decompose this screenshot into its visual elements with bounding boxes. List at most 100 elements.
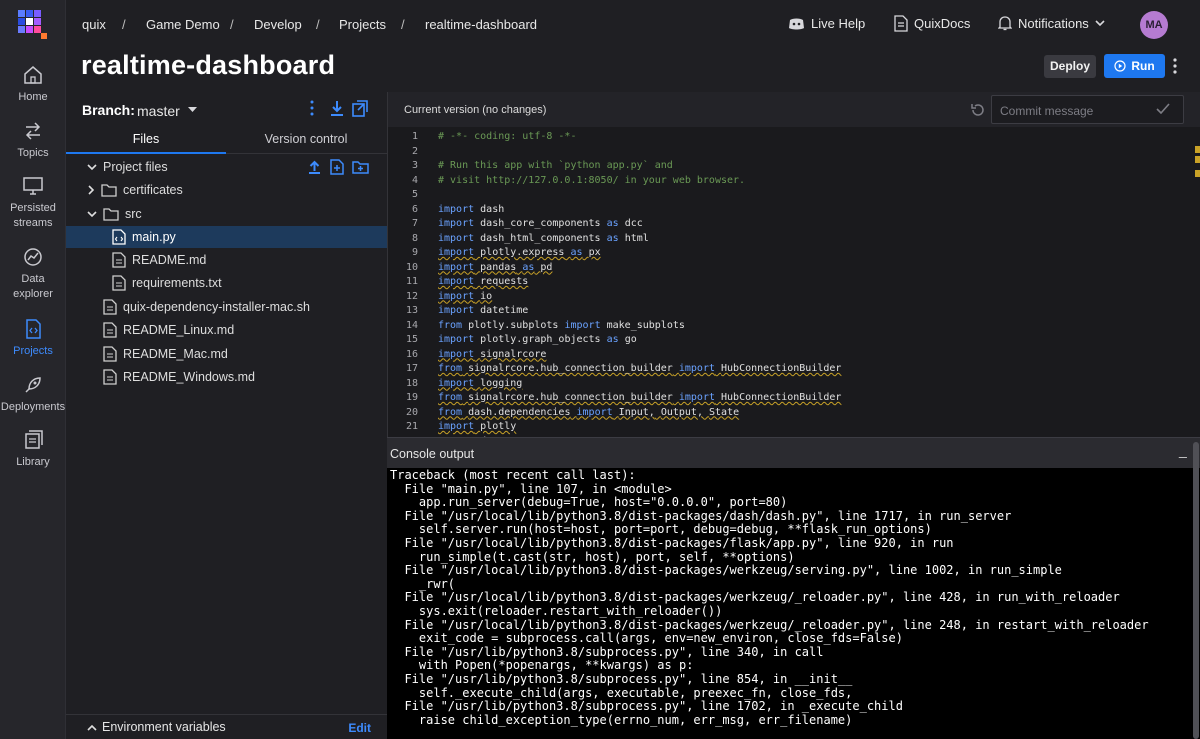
panel-tabs: Files Version control: [66, 128, 387, 154]
breadcrumb-item[interactable]: quix: [82, 17, 106, 32]
console-line: with Popen(*popenargs, **kwargs) as p:: [390, 658, 694, 673]
new-file-icon[interactable]: [330, 159, 344, 180]
branch-selector[interactable]: master: [137, 103, 180, 119]
new-folder-icon[interactable]: [352, 160, 369, 179]
code-line[interactable]: 13 import datetime: [388, 305, 1188, 320]
tree-file-readme-linux[interactable]: README_Linux.md: [66, 319, 387, 341]
deploy-button[interactable]: Deploy: [1044, 55, 1096, 78]
line-number: 17: [405, 363, 418, 374]
nav-item-topics[interactable]: Topics: [0, 120, 66, 161]
console-line: exit_code = subprocess.call(args, env=ne…: [390, 631, 903, 646]
console-line: self.server.run(host=host, port=port, de…: [390, 522, 932, 537]
code-line[interactable]: 4 # visit http://127.0.0.1:8050/ in your …: [388, 175, 1188, 190]
line-number: 9: [411, 247, 418, 258]
more-options-icon[interactable]: [1172, 58, 1178, 74]
export-icon[interactable]: [352, 100, 368, 122]
breadcrumb-separator: /: [230, 17, 234, 32]
breadcrumb-item[interactable]: Develop: [254, 17, 302, 32]
line-number: 16: [405, 348, 418, 360]
code-text: from dash.dependencies import Input, Out…: [438, 406, 740, 418]
code-line[interactable]: 20 from dash.dependencies import Input, O…: [388, 407, 1188, 422]
nav-item-library[interactable]: Library: [0, 429, 66, 470]
notifications-label: Notifications: [1018, 15, 1089, 31]
library-icon: [25, 430, 43, 449]
quix-logo-icon[interactable]: [16, 8, 48, 40]
code-text: import datetime: [438, 305, 529, 316]
nav-item-projects[interactable]: Projects: [0, 318, 66, 359]
console-title: Console output: [390, 447, 475, 461]
tab-files[interactable]: Files: [66, 132, 226, 146]
code-line[interactable]: 21 import plotly: [388, 421, 1188, 436]
tree-file-readme-windows[interactable]: README_Windows.md: [66, 366, 387, 388]
code-line[interactable]: 5: [388, 189, 1188, 204]
nav-item-deployments[interactable]: Deployments: [0, 374, 66, 415]
code-line[interactable]: 3 # Run this app with `python app.py` and: [388, 160, 1188, 175]
code-editor[interactable]: Current version (no changes) Commit mess…: [387, 92, 1200, 437]
live-help-button[interactable]: Live Help: [788, 16, 865, 31]
download-icon[interactable]: [330, 100, 344, 122]
code-line[interactable]: 11 import requests: [388, 276, 1188, 291]
edit-env-button[interactable]: Edit: [348, 721, 371, 735]
code-text: # Run this app with `python app.py` and: [438, 160, 673, 171]
code-line[interactable]: 18 import logging: [388, 378, 1188, 393]
tree-file-requirements[interactable]: requirements.txt: [66, 272, 387, 294]
run-button[interactable]: Run: [1104, 54, 1165, 78]
console-line: app.run_server(debug=True, host="0.0.0.0…: [390, 495, 788, 510]
console-line: File "/usr/lib/python3.8/subprocess.py",…: [390, 644, 824, 659]
console-scrollbar[interactable]: [1193, 442, 1199, 739]
code-line[interactable]: 19 from signalrcore.hub_connection_builde…: [388, 392, 1188, 407]
line-number: 20: [405, 406, 418, 418]
notifications-button[interactable]: Notifications: [998, 15, 1105, 31]
tree-file-readme-mac[interactable]: README_Mac.md: [66, 343, 387, 365]
code-text: from plotly.subplots import make_subplot…: [438, 319, 685, 331]
tree-folder-src[interactable]: src: [66, 203, 387, 225]
code-line[interactable]: 14 from plotly.subplots import make_subpl…: [388, 320, 1188, 335]
breadcrumb-item[interactable]: Projects: [339, 17, 386, 32]
file-icon: [112, 252, 126, 268]
minimize-console-button[interactable]: _: [1179, 442, 1187, 458]
nav-label-topics: Topics: [17, 147, 49, 159]
caret-down-icon[interactable]: [188, 107, 197, 113]
tree-file-installer[interactable]: quix-dependency-installer-mac.sh: [66, 296, 387, 318]
code-line[interactable]: 1 # -*- coding: utf-8 -*-: [388, 131, 1188, 146]
code-line[interactable]: 17 from signalrcore.hub_connection_builde…: [388, 363, 1188, 378]
undo-icon[interactable]: [970, 102, 986, 118]
quixdocs-button[interactable]: QuixDocs: [894, 15, 970, 32]
code-line[interactable]: 6 import dash: [388, 204, 1188, 219]
check-icon[interactable]: [1156, 103, 1170, 114]
tab-version-control[interactable]: Version control: [226, 132, 386, 146]
minimap-warning-marker: [1195, 170, 1200, 177]
code-line[interactable]: 15 import plotly.graph_objects as go: [388, 334, 1188, 349]
console-output[interactable]: Traceback (most recent call last): File …: [387, 468, 1200, 739]
breadcrumb-item[interactable]: Game Demo: [146, 17, 220, 32]
code-line[interactable]: 2: [388, 146, 1188, 161]
environment-variables-bar[interactable]: Environment variables Edit: [66, 714, 387, 739]
python-file-icon: [112, 229, 126, 245]
nav-item-persisted-streams[interactable]: Persisted streams: [0, 175, 66, 231]
line-number: 18: [405, 377, 418, 389]
tree-file-main-py[interactable]: main.py: [66, 226, 387, 248]
code-line[interactable]: 9 import plotly.express as px: [388, 247, 1188, 262]
file-icon: [103, 299, 117, 315]
upload-icon[interactable]: [308, 160, 321, 179]
code-line[interactable]: 8 import dash_html_components as html: [388, 233, 1188, 248]
nav-item-home[interactable]: Home: [0, 64, 66, 105]
nav-label-deployments: Deployments: [0, 401, 66, 413]
code-line[interactable]: 7 import dash_core_components as dcc: [388, 218, 1188, 233]
code-line[interactable]: 16 import signalrcore: [388, 349, 1188, 364]
chevron-down-icon: [1095, 19, 1105, 26]
nav-item-data-explorer[interactable]: Data explorer: [0, 246, 66, 302]
tree-file-readme[interactable]: README.md: [66, 249, 387, 271]
code-area[interactable]: 1 # -*- coding: utf-8 -*- 2 3 # Run this app…: [388, 128, 1200, 437]
code-text: import io: [438, 290, 493, 302]
avatar[interactable]: MA: [1140, 11, 1168, 39]
chevron-down-icon: [87, 163, 97, 170]
branch-more-icon[interactable]: [309, 100, 315, 121]
code-line[interactable]: 12 import io: [388, 291, 1188, 306]
line-number: 14: [405, 319, 418, 331]
console-line: File "main.py", line 107, in <module>: [390, 481, 672, 496]
line-number: 19: [405, 392, 418, 403]
console-line: File "/usr/local/lib/python3.8/dist-pack…: [390, 617, 1149, 632]
tree-folder-certificates[interactable]: certificates: [66, 179, 387, 201]
code-line[interactable]: 10 import pandas as pd: [388, 262, 1188, 277]
